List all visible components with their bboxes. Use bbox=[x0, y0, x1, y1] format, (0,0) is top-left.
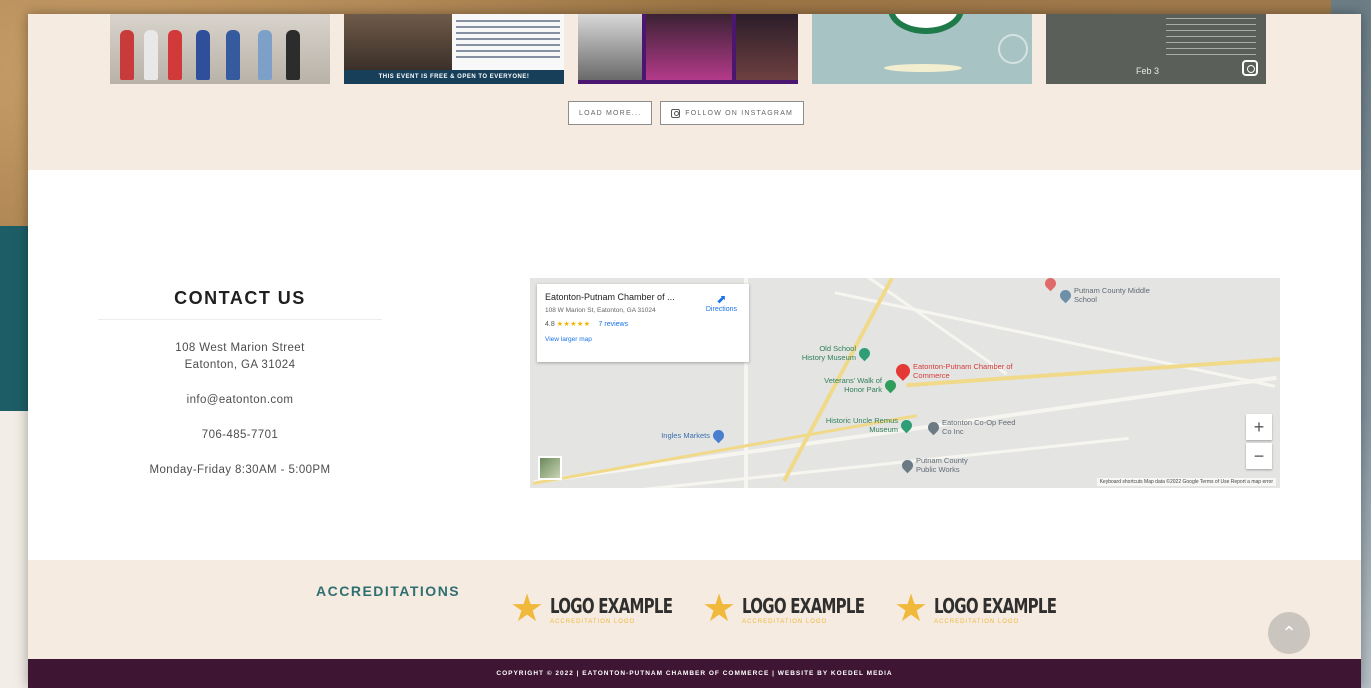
map-place-name: Eatonton-Putnam Chamber of ... bbox=[545, 292, 675, 302]
photo-figure bbox=[286, 30, 300, 80]
chevron-up-icon: ⌃ bbox=[1281, 623, 1297, 643]
building-pin-icon bbox=[899, 457, 916, 473]
reviews-link[interactable]: 7 reviews bbox=[599, 321, 629, 328]
logo-wordmark: LOGO EXAMPLE bbox=[934, 593, 1057, 618]
map-place-address: 108 W Marion St, Eatonton, GA 31024 bbox=[545, 307, 656, 314]
address-line-1: 108 West Marion Street bbox=[175, 342, 305, 354]
email-link[interactable]: info@eatonton.com bbox=[98, 392, 382, 409]
photo-figure bbox=[168, 30, 182, 80]
map-poi-putnam-middle[interactable]: Putnam County Middle School bbox=[1057, 286, 1154, 304]
post-photo bbox=[344, 14, 452, 70]
map-place-rating: 4.8 ★★★★★ 7 reviews bbox=[545, 320, 741, 328]
store-pin-icon bbox=[925, 419, 942, 435]
instagram-actions: LOAD MORE... FOLLOW ON INSTAGRAM bbox=[568, 101, 805, 125]
map-poi-veterans[interactable]: Veterans' Walk of Honor Park bbox=[808, 376, 899, 394]
park-pin-icon bbox=[882, 377, 899, 393]
instagram-post-4[interactable] bbox=[812, 14, 1032, 84]
directions-label: Directions bbox=[705, 306, 737, 313]
school-pin-icon bbox=[1057, 287, 1074, 303]
rating-stars: ★★★★★ bbox=[556, 321, 591, 328]
map-poi-uncle-remus[interactable]: Historic Uncle Remus Museum bbox=[824, 416, 915, 434]
logo-wordmark: LOGO EXAMPLE bbox=[550, 593, 673, 618]
view-larger-map-link[interactable]: View larger map bbox=[545, 336, 741, 343]
post-photo bbox=[736, 14, 798, 80]
scroll-to-top-button[interactable]: ⌃ bbox=[1268, 612, 1310, 654]
location-pin-icon bbox=[893, 361, 913, 381]
instagram-post-3[interactable] bbox=[578, 14, 798, 84]
phone-link[interactable]: 706-485-7701 bbox=[98, 427, 382, 444]
star-icon: ★ bbox=[510, 588, 545, 630]
instagram-post-5[interactable]: Feb 3 bbox=[1046, 14, 1266, 84]
hospital-pin-icon bbox=[1042, 278, 1059, 292]
museum-pin-icon bbox=[856, 345, 873, 361]
logo-wordmark: LOGO EXAMPLE bbox=[742, 593, 865, 618]
map-poi-chamber[interactable]: Eatonton-Putnam Chamber of Commerce bbox=[893, 361, 1023, 381]
star-icon: ★ bbox=[702, 588, 737, 630]
map-poi-hospital bbox=[1042, 278, 1059, 292]
photo-figure bbox=[120, 30, 134, 80]
follow-instagram-button[interactable]: FOLLOW ON INSTAGRAM bbox=[660, 101, 805, 125]
post-photo bbox=[646, 14, 732, 80]
shopping-pin-icon bbox=[710, 427, 727, 444]
load-more-label: LOAD MORE... bbox=[579, 109, 642, 117]
logo-tagline: ACCREDITATION LOGO bbox=[742, 618, 828, 625]
map-road bbox=[631, 436, 1129, 488]
instagram-icon bbox=[671, 108, 681, 118]
directions-button[interactable]: ⬈ Directions bbox=[706, 292, 737, 313]
post-date: Feb 3 bbox=[1136, 66, 1160, 76]
contact-section: CONTACT US 108 West Marion Street Eatont… bbox=[28, 170, 1361, 560]
instagram-post-1[interactable] bbox=[110, 14, 330, 84]
accreditations-section: ACCREDITATIONS ★ LOGO EXAMPLE ACCREDITAT… bbox=[28, 560, 1361, 659]
accreditations-title: ACCREDITATIONS bbox=[316, 583, 461, 599]
zoom-in-button[interactable]: + bbox=[1246, 414, 1272, 440]
map-poi-old-school[interactable]: Old School History Museum bbox=[794, 344, 873, 362]
museum-pin-icon bbox=[898, 417, 915, 433]
instagram-feed: THIS EVENT IS FREE & OPEN TO EVERYONE! F… bbox=[28, 14, 1361, 170]
accreditation-logo-3: ★ LOGO EXAMPLE ACCREDITATION LOGO bbox=[894, 590, 1097, 628]
photo-figure bbox=[226, 30, 240, 80]
logo-tagline: ACCREDITATION LOGO bbox=[550, 618, 636, 625]
accreditation-logo-2: ★ LOGO EXAMPLE ACCREDITATION LOGO bbox=[702, 590, 905, 628]
contact-info: CONTACT US 108 West Marion Street Eatont… bbox=[98, 288, 382, 479]
contact-title: CONTACT US bbox=[98, 288, 382, 320]
post-banner: THIS EVENT IS FREE & OPEN TO EVERYONE! bbox=[344, 70, 564, 84]
ring-graphic bbox=[998, 34, 1028, 64]
star-icon: ★ bbox=[894, 588, 929, 630]
post-text-block bbox=[1166, 18, 1256, 58]
address-line-2: Eatonton, GA 31024 bbox=[184, 359, 296, 371]
seal-graphic bbox=[888, 14, 964, 34]
instagram-icon bbox=[1242, 60, 1258, 76]
google-map[interactable]: Eatonton-Putnam Chamber of ... 108 W Mar… bbox=[530, 278, 1280, 488]
map-poi-public-works[interactable]: Putnam County Public Works bbox=[899, 456, 986, 474]
photo-figure bbox=[258, 30, 272, 80]
business-hours: Monday-Friday 8:30AM - 5:00PM bbox=[149, 464, 331, 476]
directions-icon: ⬈ bbox=[716, 292, 727, 306]
map-poi-ingles[interactable]: Ingles Markets bbox=[640, 427, 727, 444]
photo-figure bbox=[196, 30, 210, 80]
website-page: THIS EVENT IS FREE & OPEN TO EVERYONE! F… bbox=[28, 14, 1361, 688]
zoom-out-button[interactable]: − bbox=[1246, 443, 1272, 469]
map-poi-eatonton-co[interactable]: Eatonton Co-Op Feed Co Inc bbox=[925, 418, 1022, 436]
site-footer: COPYRIGHT © 2022 | EATONTON-PUTNAM CHAMB… bbox=[28, 659, 1361, 688]
accreditation-logo-1: ★ LOGO EXAMPLE ACCREDITATION LOGO bbox=[510, 590, 713, 628]
post-text-block bbox=[456, 20, 560, 60]
logo-tagline: ACCREDITATION LOGO bbox=[934, 618, 1020, 625]
map-attribution: Keyboard shortcuts Map data ©2022 Google… bbox=[1096, 478, 1276, 486]
rating-value: 4.8 bbox=[545, 321, 555, 328]
post-photo bbox=[578, 14, 642, 80]
load-more-button[interactable]: LOAD MORE... bbox=[568, 101, 653, 125]
instagram-post-2[interactable]: THIS EVENT IS FREE & OPEN TO EVERYONE! bbox=[344, 14, 564, 84]
follow-label: FOLLOW ON INSTAGRAM bbox=[685, 109, 794, 117]
photo-figure bbox=[144, 30, 158, 80]
seal-shadow bbox=[884, 64, 962, 72]
map-place-card: Eatonton-Putnam Chamber of ... 108 W Mar… bbox=[537, 284, 749, 362]
instagram-tiles: THIS EVENT IS FREE & OPEN TO EVERYONE! F… bbox=[110, 14, 1270, 84]
map-satellite-toggle[interactable] bbox=[538, 456, 562, 480]
